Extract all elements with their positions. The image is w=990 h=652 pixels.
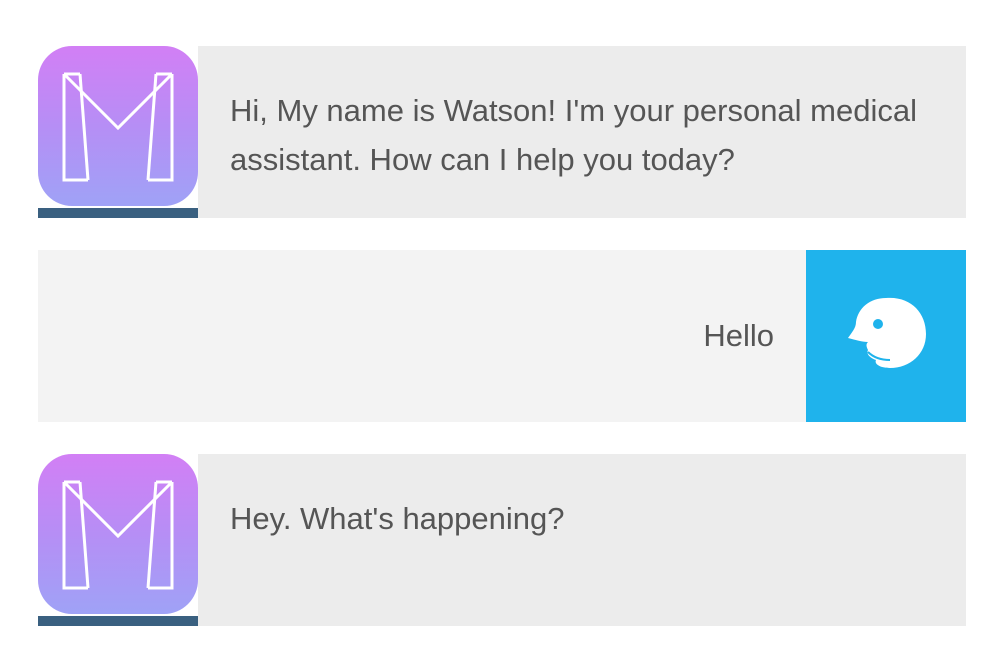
bot-avatar xyxy=(38,454,198,626)
user-message-text: Hello xyxy=(703,318,774,353)
user-message-bubble: Hello xyxy=(38,250,806,422)
user-avatar xyxy=(806,250,966,422)
bot-avatar xyxy=(38,46,198,218)
bot-message-bubble: Hi, My name is Watson! I'm your personal… xyxy=(198,46,966,218)
avatar-strip xyxy=(38,616,198,626)
face-profile-icon xyxy=(848,297,926,368)
bot-message-text: Hi, My name is Watson! I'm your personal… xyxy=(230,93,917,177)
monogram-m-icon xyxy=(38,454,198,614)
bot-message-text: Hey. What's happening? xyxy=(230,501,565,536)
avatar-strip xyxy=(38,208,198,218)
chat-message-bot: Hi, My name is Watson! I'm your personal… xyxy=(38,46,966,218)
monogram-m-icon xyxy=(38,46,198,206)
chat-message-bot: Hey. What's happening? xyxy=(38,454,966,626)
chat-message-user: Hello xyxy=(38,250,966,422)
bot-message-bubble: Hey. What's happening? xyxy=(198,454,966,626)
